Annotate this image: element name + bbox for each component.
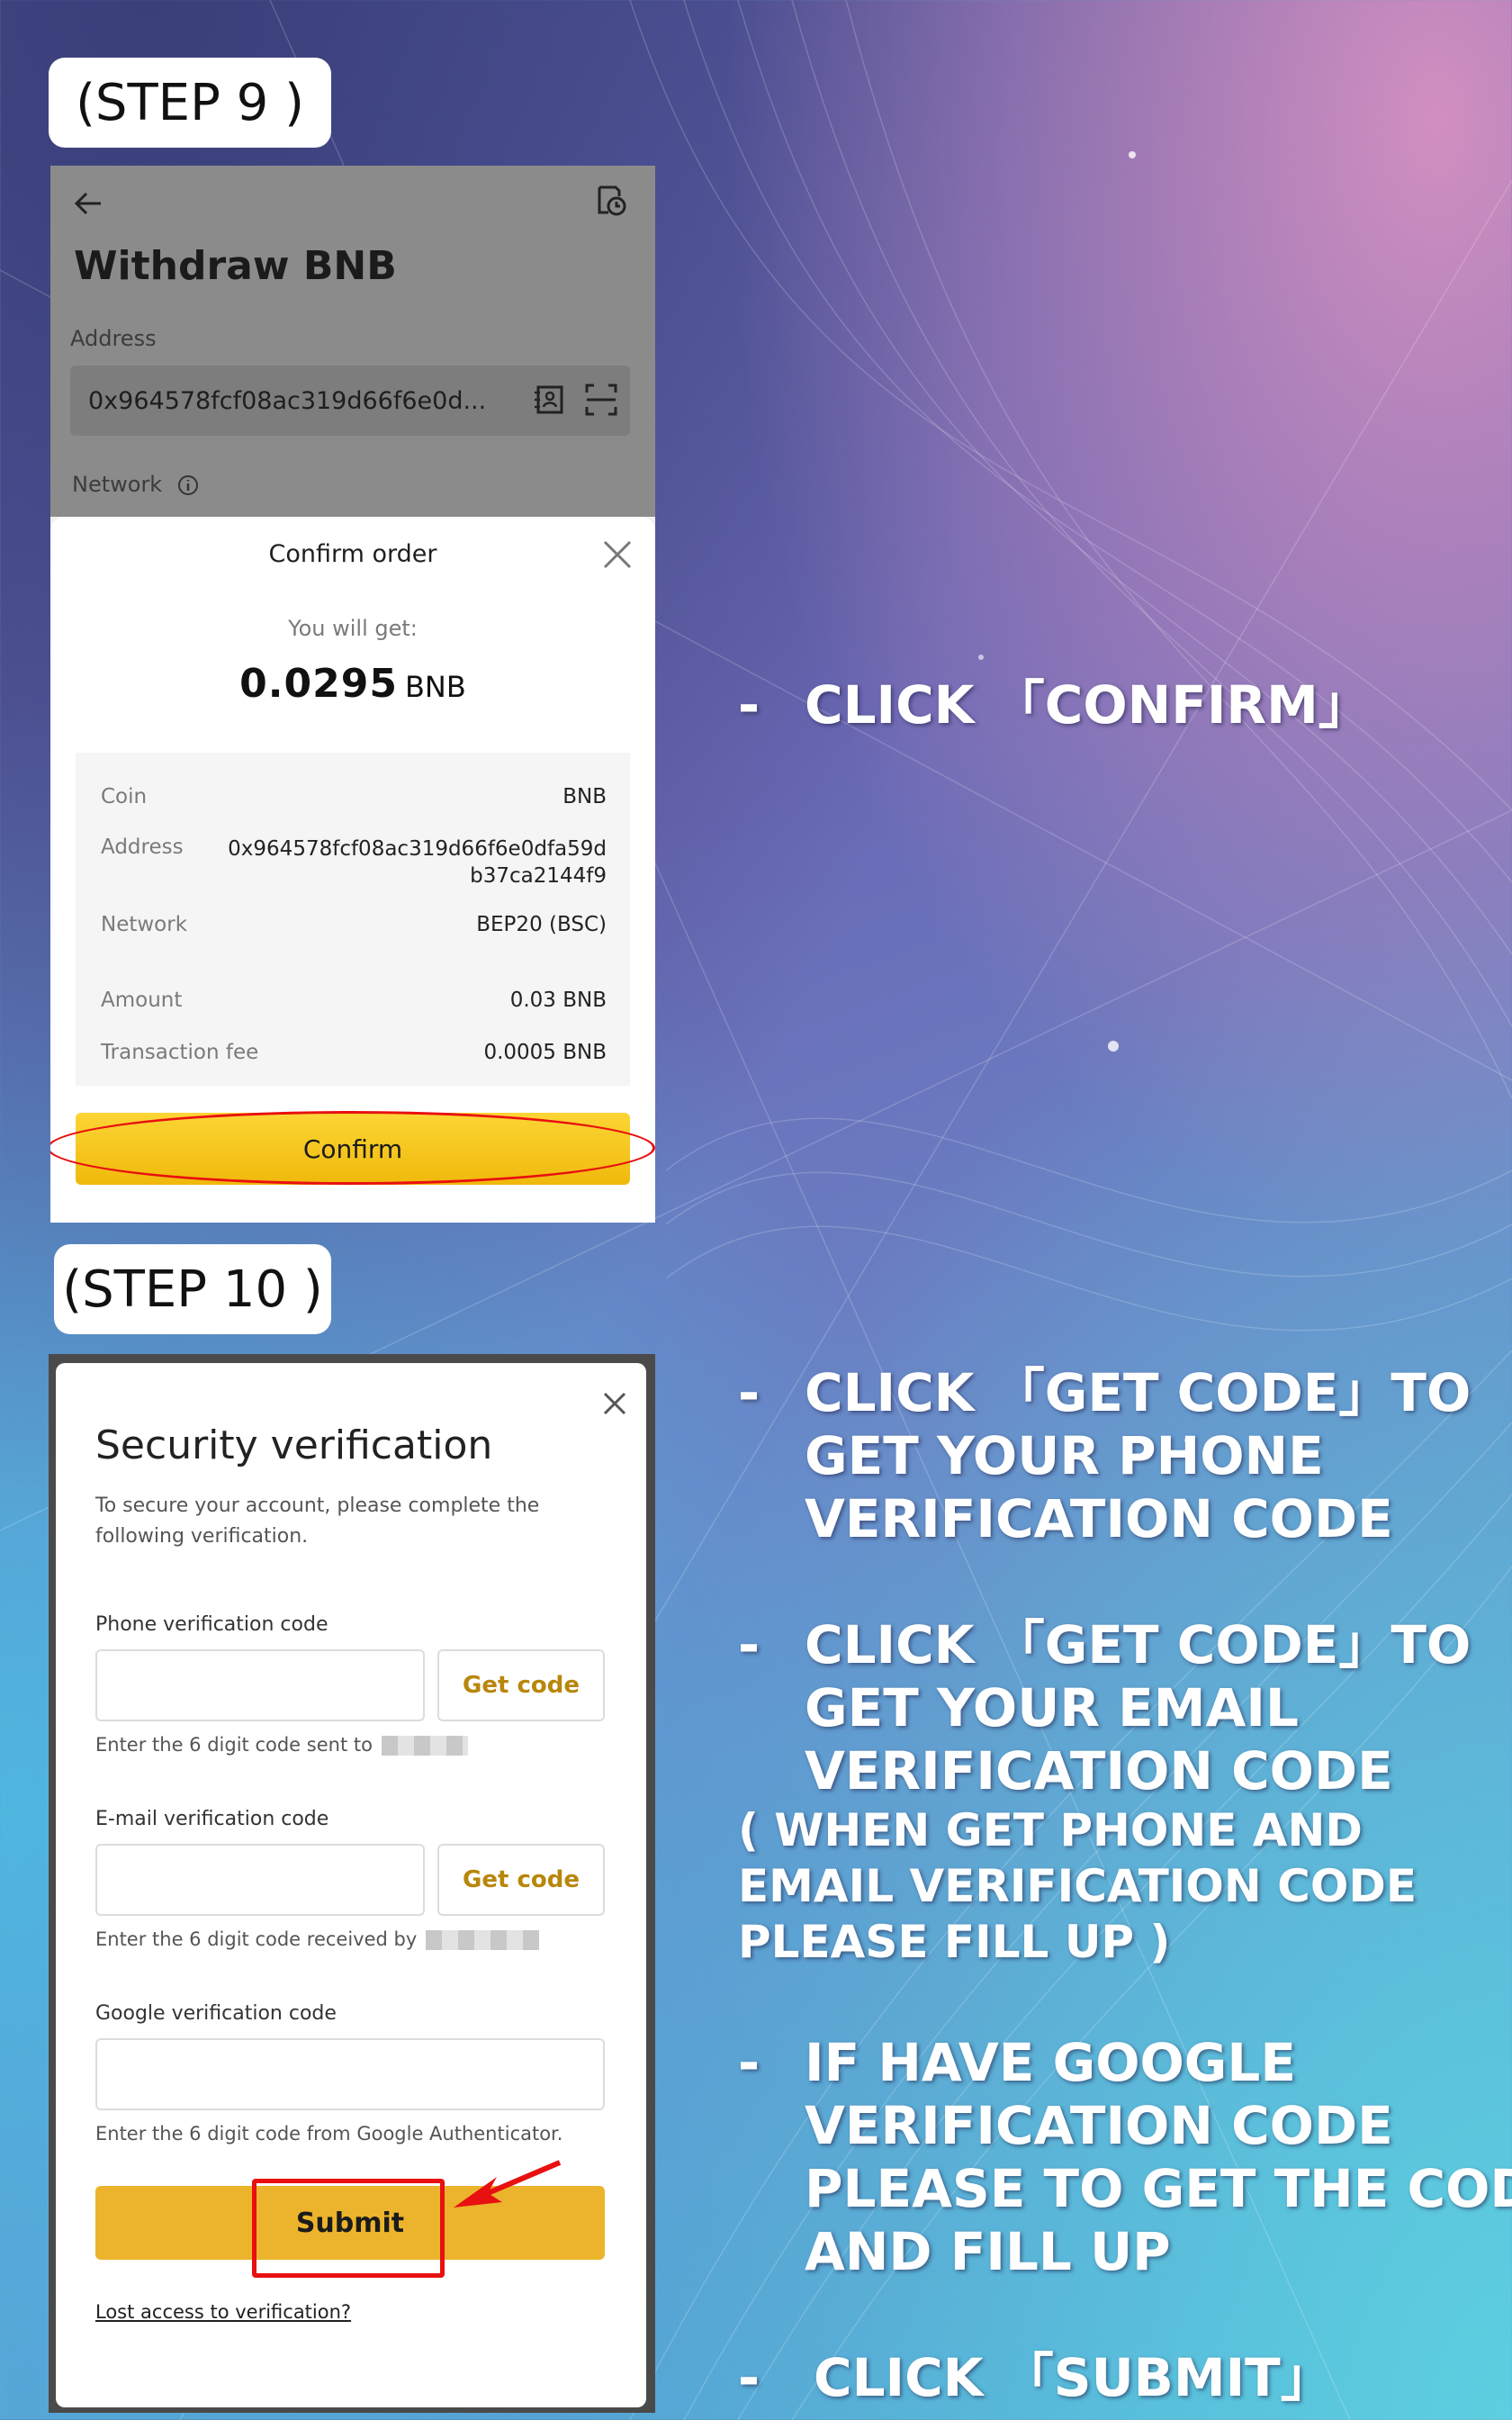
address-book-icon[interactable] — [531, 382, 567, 418]
instruction-line: IF HAVE GOOGLE — [805, 2032, 1296, 2093]
detail-value: 0x964578fcf08ac319d66f6e0dfa59db37ca2144… — [228, 837, 607, 888]
instruction-line: AND FILL UP — [805, 2221, 1171, 2282]
confirm-order-sheet: Confirm order You will get: 0.0295 BNB Co… — [50, 517, 655, 1223]
bullet-dash: - — [738, 2347, 760, 2408]
phone-code-hint-text: Enter the 6 digit code sent to — [95, 1734, 373, 1756]
lost-access-link[interactable]: Lost access to verification? — [95, 2301, 351, 2323]
withdraw-title: Withdraw BNB — [74, 243, 397, 289]
security-verification-screenshot: Security verification To secure your acc… — [49, 1354, 655, 2413]
google-code-hint: Enter the 6 digit code from Google Authe… — [95, 2123, 563, 2145]
instruction-line: VERIFICATION CODE — [805, 1740, 1393, 1801]
network-label: Network — [72, 472, 163, 497]
detail-value: BNB — [562, 785, 607, 808]
withdraw-screen-dimmed: Withdraw BNB Address 0x964578fcf08ac319d… — [50, 166, 655, 517]
instruction-line: PLEASE FILL UP ) — [738, 1916, 1171, 1968]
info-icon[interactable] — [176, 474, 200, 497]
instruction-line: EMAIL VERIFICATION CODE — [738, 1860, 1418, 1912]
bullet-dash: - — [738, 1614, 760, 1675]
history-icon[interactable] — [592, 182, 628, 218]
bullet-dash: - — [738, 2032, 760, 2093]
order-details: Coin BNB Address 0x964578fcf08ac319d66f6… — [76, 753, 630, 1086]
address-label: Address — [70, 326, 157, 351]
email-code-label: E-mail verification code — [95, 1808, 329, 1830]
instruction-confirm-text: CLICK 「CONFIRM」 — [805, 674, 1371, 736]
highlight-ellipse — [50, 1111, 655, 1185]
red-arrow-icon — [454, 2160, 562, 2208]
address-field[interactable]: 0x964578fcf08ac319d66f6e0d... — [70, 366, 630, 436]
confirm-order-title: Confirm order — [268, 540, 437, 568]
phone-code-input[interactable] — [95, 1649, 425, 1721]
detail-key: Address — [101, 835, 184, 859]
email-code-input[interactable] — [95, 1844, 425, 1916]
detail-key: Network — [101, 913, 188, 936]
step-9-badge: (STEP 9 ) — [49, 58, 331, 148]
close-icon[interactable] — [599, 1388, 630, 1419]
detail-value: 0.0005 BNB — [483, 1041, 607, 1064]
email-code-hint-text: Enter the 6 digit code received by — [95, 1928, 418, 1950]
security-verification-modal: Security verification To secure your acc… — [56, 1363, 646, 2407]
instruction-line: ( WHEN GET PHONE AND — [738, 1804, 1363, 1856]
instruction-line: CLICK 「GET CODE」TO — [805, 1362, 1472, 1423]
step-10-label: (STEP 10 ) — [62, 1260, 323, 1319]
receive-amount: 0.0295 BNB — [50, 661, 655, 707]
close-icon[interactable] — [599, 537, 635, 573]
phone-code-hint: Enter the 6 digit code sent to — [95, 1734, 468, 1756]
instruction-line: PLEASE TO GET THE CODE — [805, 2158, 1512, 2219]
instruction-line: GET YOUR PHONE — [805, 1425, 1324, 1486]
google-code-label: Google verification code — [95, 2002, 337, 2025]
instruction-fill-note: ( WHEN GET PHONE AND EMAIL VERIFICATION … — [738, 1802, 1417, 1970]
highlight-rectangle — [252, 2179, 445, 2278]
instruction-line: VERIFICATION CODE — [805, 2095, 1393, 2156]
detail-key: Transaction fee — [101, 1041, 259, 1064]
email-code-hint: Enter the 6 digit code received by — [95, 1928, 540, 1950]
receive-amount-unit: BNB — [404, 670, 466, 704]
email-get-code-button[interactable]: Get code — [437, 1844, 605, 1916]
bullet-dash: - — [738, 1362, 760, 1423]
instruction-line: CLICK 「GET CODE」TO — [805, 1614, 1472, 1675]
phone-get-code-button[interactable]: Get code — [437, 1649, 605, 1721]
detail-key: Amount — [101, 989, 183, 1012]
bullet-dash: - — [738, 674, 760, 736]
address-value: 0x964578fcf08ac319d66f6e0d... — [88, 387, 487, 415]
instruction-submit-text: CLICK 「SUBMIT」 — [814, 2347, 1333, 2408]
masked-phone-number — [381, 1736, 468, 1756]
detail-key: Coin — [101, 785, 148, 808]
you-will-get-label: You will get: — [288, 616, 418, 641]
instruction-line: GET YOUR EMAIL — [805, 1677, 1299, 1738]
phone-code-label: Phone verification code — [95, 1613, 328, 1636]
detail-value: 0.03 BNB — [509, 989, 607, 1012]
receive-amount-value: 0.0295 — [239, 661, 398, 707]
scan-icon[interactable] — [583, 382, 619, 418]
instruction-line: VERIFICATION CODE — [805, 1488, 1393, 1549]
step-10-badge: (STEP 10 ) — [54, 1244, 331, 1334]
google-code-input[interactable] — [95, 2038, 605, 2110]
back-arrow-icon[interactable] — [70, 185, 106, 221]
detail-value: BEP20 (BSC) — [476, 913, 607, 936]
withdraw-screenshot: Withdraw BNB Address 0x964578fcf08ac319d… — [50, 166, 655, 1223]
masked-email-address — [426, 1930, 540, 1950]
security-verification-description: To secure your account, please complete … — [95, 1494, 540, 1548]
security-verification-title: Security verification — [95, 1422, 493, 1468]
step-9-label: (STEP 9 ) — [76, 73, 304, 132]
